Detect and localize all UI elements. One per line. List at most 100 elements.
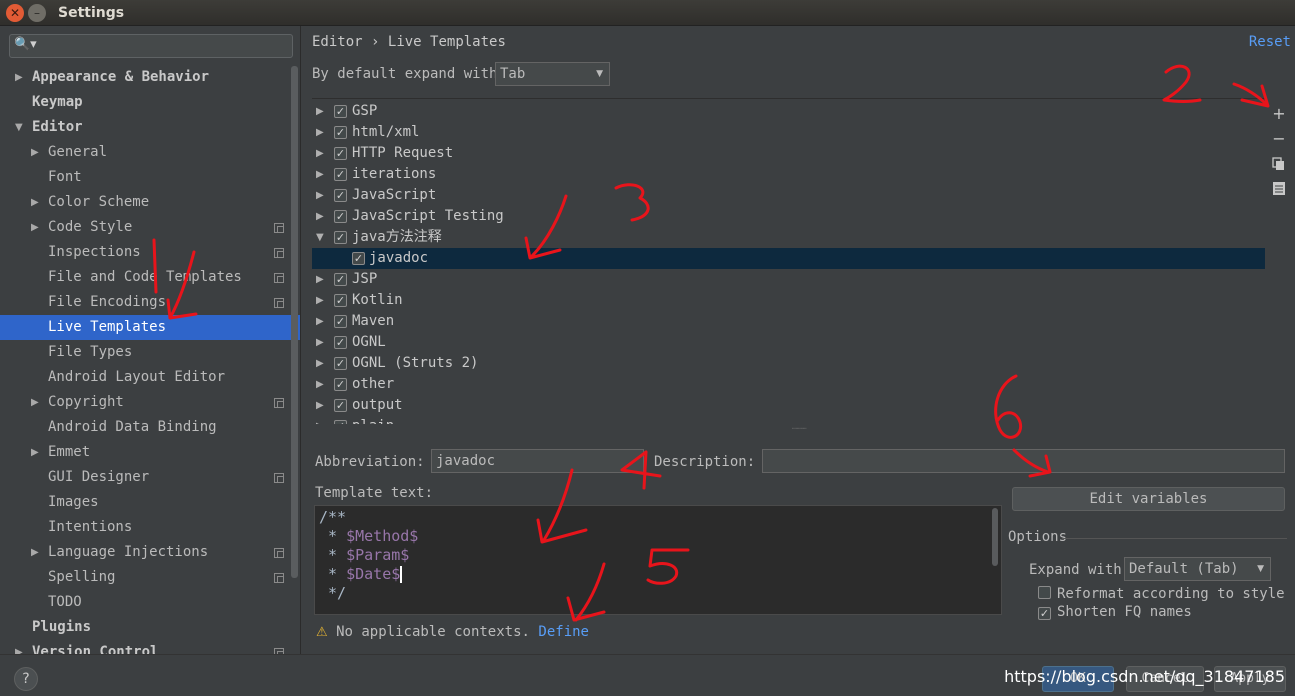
expand-right-icon[interactable]: ▶ bbox=[31, 440, 39, 465]
expand-right-icon[interactable]: ▶ bbox=[316, 290, 324, 311]
sidebar-item[interactable]: TODO bbox=[0, 590, 300, 615]
copy-icon[interactable] bbox=[1270, 154, 1288, 174]
sidebar-item[interactable]: Android Layout Editor bbox=[0, 365, 300, 390]
template-group[interactable]: ▶ ✓ OGNL bbox=[312, 332, 1265, 353]
template-checkbox[interactable]: ✓ bbox=[334, 147, 347, 160]
expand-right-icon[interactable]: ▶ bbox=[31, 190, 39, 215]
expand-right-icon[interactable]: ▶ bbox=[316, 416, 324, 424]
expand-right-icon[interactable]: ▶ bbox=[31, 140, 39, 165]
splitter-handle[interactable]: ┈┈┈ bbox=[792, 424, 806, 433]
sidebar-item[interactable]: Android Data Binding bbox=[0, 415, 300, 440]
template-checkbox[interactable]: ✓ bbox=[334, 294, 347, 307]
expand-right-icon[interactable]: ▶ bbox=[316, 353, 324, 374]
sidebar-item[interactable]: Plugins bbox=[0, 615, 300, 640]
expand-right-icon[interactable]: ▶ bbox=[316, 143, 324, 164]
template-group[interactable]: ▶ ✓ OGNL (Struts 2) bbox=[312, 353, 1265, 374]
sidebar-item[interactable]: ▶ Code Style bbox=[0, 215, 300, 240]
default-expand-dropdown[interactable]: Tab ▼ bbox=[495, 62, 610, 86]
template-checkbox[interactable]: ✓ bbox=[334, 378, 347, 391]
expand-right-icon[interactable]: ▶ bbox=[31, 215, 39, 240]
sidebar-item[interactable]: ▶ Appearance & Behavior bbox=[0, 65, 300, 90]
sidebar-item[interactable]: ▶ Color Scheme bbox=[0, 190, 300, 215]
template-checkbox[interactable]: ✓ bbox=[334, 105, 347, 118]
expand-right-icon[interactable]: ▶ bbox=[316, 374, 324, 395]
template-group[interactable]: ▶ ✓ JavaScript bbox=[312, 185, 1265, 206]
template-group[interactable]: ▶ ✓ output bbox=[312, 395, 1265, 416]
template-group[interactable]: ▶ ✓ JSP bbox=[312, 269, 1265, 290]
template-group[interactable]: ▶ ✓ iterations bbox=[312, 164, 1265, 185]
expand-right-icon[interactable]: ▶ bbox=[316, 164, 324, 185]
expand-right-icon[interactable]: ▶ bbox=[15, 640, 23, 654]
template-group[interactable]: ▶ ✓ GSP bbox=[312, 101, 1265, 122]
expand-down-icon[interactable]: ▼ bbox=[316, 227, 324, 248]
sidebar-item[interactable]: ▶ Language Injections bbox=[0, 540, 300, 565]
reformat-checkbox[interactable] bbox=[1038, 586, 1051, 599]
nav-scrollbar[interactable] bbox=[291, 66, 298, 578]
template-checkbox[interactable]: ✓ bbox=[334, 399, 347, 412]
template-checkbox[interactable]: ✓ bbox=[352, 252, 365, 265]
settings-search-input[interactable]: 🔍▾ bbox=[9, 34, 293, 58]
template-group[interactable]: ▶ ✓ plain bbox=[312, 416, 1265, 424]
sidebar-item[interactable]: ▼ Editor bbox=[0, 115, 300, 140]
breadcrumb-parent[interactable]: Editor bbox=[312, 34, 363, 50]
description-field[interactable] bbox=[762, 449, 1285, 473]
sidebar-item[interactable]: File and Code Templates bbox=[0, 265, 300, 290]
template-checkbox[interactable]: ✓ bbox=[334, 420, 347, 424]
template-checkbox[interactable]: ✓ bbox=[334, 315, 347, 328]
sidebar-item[interactable]: File Encodings bbox=[0, 290, 300, 315]
sidebar-item[interactable]: ▶ Version Control bbox=[0, 640, 300, 654]
template-checkbox[interactable]: ✓ bbox=[334, 210, 347, 223]
sidebar-item[interactable]: File Types bbox=[0, 340, 300, 365]
sidebar-item[interactable]: Keymap bbox=[0, 90, 300, 115]
list-icon[interactable] bbox=[1270, 179, 1288, 199]
template-text-editor[interactable]: /** * $Method$ * $Param$ * $Date$ */ bbox=[314, 505, 1002, 615]
template-checkbox[interactable]: ✓ bbox=[334, 189, 347, 202]
minimize-window-button[interactable]: – bbox=[28, 3, 46, 22]
sidebar-item[interactable]: ▶ General bbox=[0, 140, 300, 165]
expand-right-icon[interactable]: ▶ bbox=[316, 206, 324, 227]
sidebar-item[interactable]: GUI Designer bbox=[0, 465, 300, 490]
template-checkbox[interactable]: ✓ bbox=[334, 357, 347, 370]
expand-down-icon[interactable]: ▼ bbox=[15, 115, 23, 140]
expand-right-icon[interactable]: ▶ bbox=[15, 65, 23, 90]
expand-right-icon[interactable]: ▶ bbox=[316, 311, 324, 332]
remove-icon[interactable]: − bbox=[1270, 129, 1288, 149]
expand-right-icon[interactable]: ▶ bbox=[31, 540, 39, 565]
reformat-option[interactable]: Reformat according to style bbox=[1038, 586, 1285, 602]
expand-with-dropdown[interactable]: Default (Tab) ▼ bbox=[1124, 557, 1271, 581]
template-item[interactable]: ✓ javadoc bbox=[312, 248, 1265, 269]
template-group[interactable]: ▶ ✓ Maven bbox=[312, 311, 1265, 332]
shorten-fq-option[interactable]: ✓ Shorten FQ names bbox=[1038, 604, 1192, 620]
template-group[interactable]: ▼ ✓ java方法注释 bbox=[312, 227, 1265, 248]
expand-right-icon[interactable]: ▶ bbox=[316, 122, 324, 143]
expand-right-icon[interactable]: ▶ bbox=[31, 390, 39, 415]
expand-right-icon[interactable]: ▶ bbox=[316, 332, 324, 353]
template-checkbox[interactable]: ✓ bbox=[334, 273, 347, 286]
edit-variables-button[interactable]: Edit variables bbox=[1012, 487, 1285, 511]
expand-right-icon[interactable]: ▶ bbox=[316, 269, 324, 290]
sidebar-item[interactable]: Images bbox=[0, 490, 300, 515]
template-checkbox[interactable]: ✓ bbox=[334, 126, 347, 139]
template-group[interactable]: ▶ ✓ JavaScript Testing bbox=[312, 206, 1265, 227]
template-group[interactable]: ▶ ✓ HTTP Request bbox=[312, 143, 1265, 164]
shorten-fq-checkbox[interactable]: ✓ bbox=[1038, 607, 1051, 620]
define-context-link[interactable]: Define bbox=[538, 624, 589, 640]
template-checkbox[interactable]: ✓ bbox=[334, 336, 347, 349]
template-checkbox[interactable]: ✓ bbox=[334, 168, 347, 181]
sidebar-item[interactable]: ▶ Emmet bbox=[0, 440, 300, 465]
template-checkbox[interactable]: ✓ bbox=[334, 231, 347, 244]
abbreviation-field[interactable]: javadoc bbox=[431, 449, 644, 473]
close-window-button[interactable]: ✕ bbox=[6, 3, 24, 22]
reset-link[interactable]: Reset bbox=[1249, 34, 1291, 50]
editor-scrollbar[interactable] bbox=[992, 508, 998, 566]
expand-right-icon[interactable]: ▶ bbox=[316, 101, 324, 122]
expand-right-icon[interactable]: ▶ bbox=[316, 185, 324, 206]
template-group[interactable]: ▶ ✓ html/xml bbox=[312, 122, 1265, 143]
add-icon[interactable]: + bbox=[1270, 104, 1288, 124]
sidebar-item[interactable]: Intentions bbox=[0, 515, 300, 540]
sidebar-item[interactable]: ▶ Copyright bbox=[0, 390, 300, 415]
expand-right-icon[interactable]: ▶ bbox=[316, 395, 324, 416]
help-button[interactable]: ? bbox=[14, 667, 38, 691]
sidebar-item[interactable]: Inspections bbox=[0, 240, 300, 265]
sidebar-item[interactable]: Font bbox=[0, 165, 300, 190]
